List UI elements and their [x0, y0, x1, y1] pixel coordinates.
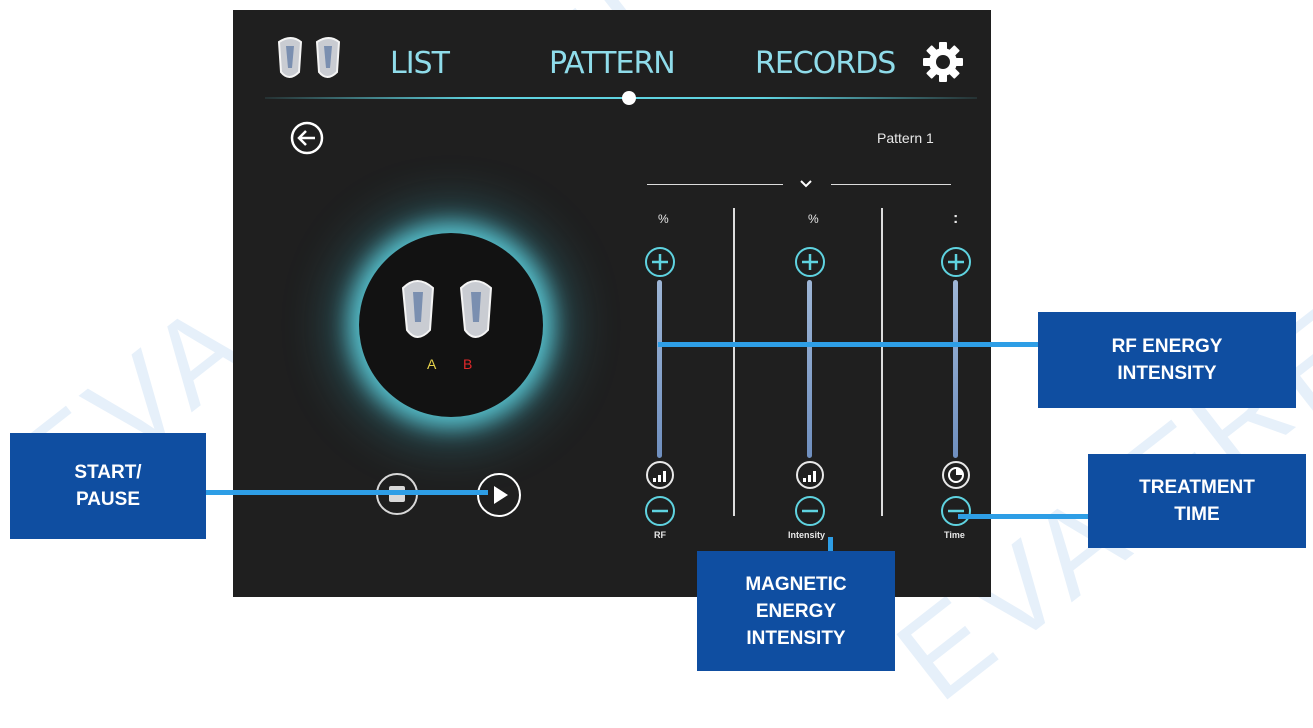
- column-divider: [881, 208, 883, 516]
- rf-control: % RF: [630, 10, 690, 597]
- time-slider-track[interactable]: [953, 280, 958, 458]
- handpiece-b-label: B: [463, 356, 473, 372]
- timer-icon: [942, 461, 970, 489]
- back-arrow-icon[interactable]: [289, 120, 325, 156]
- signal-level-icon: [646, 461, 674, 489]
- intensity-plus-button[interactable]: [793, 245, 827, 279]
- play-button[interactable]: [475, 471, 523, 519]
- time-control: : Time: [926, 10, 986, 597]
- intensity-minus-button[interactable]: [793, 494, 827, 528]
- signal-level-icon: [796, 461, 824, 489]
- intensity-unit: %: [808, 212, 819, 226]
- rf-minus-button[interactable]: [643, 494, 677, 528]
- rf-slider-track[interactable]: [657, 280, 662, 458]
- treatment-time-pointer: [958, 514, 1088, 519]
- rf-unit: %: [658, 212, 669, 226]
- intensity-control: % Intensity: [778, 10, 842, 597]
- rf-energy-pointer: [658, 342, 1038, 347]
- handpiece-pair-icon: [277, 37, 341, 78]
- treatment-time-callout: TREATMENT TIME: [1088, 454, 1306, 548]
- rf-plus-button[interactable]: [643, 245, 677, 279]
- tab-list[interactable]: LIST: [390, 46, 450, 81]
- time-unit: :: [953, 210, 959, 227]
- start-pause-pointer: [206, 490, 488, 495]
- intensity-label: Intensity: [788, 530, 826, 540]
- column-divider: [733, 208, 735, 516]
- time-label: Time: [944, 530, 965, 540]
- handpiece-a-label: A: [427, 356, 437, 372]
- time-minus-button[interactable]: [939, 494, 973, 528]
- magnetic-energy-pointer: [828, 537, 833, 551]
- device-screen: LIST PATTERN RECORDS Pattern 1 A B % RF …: [233, 10, 991, 597]
- tab-underline: [265, 97, 977, 99]
- handpiece-pair-icon: [401, 280, 493, 338]
- rf-energy-callout: RF ENERGY INTENSITY: [1038, 312, 1296, 408]
- rf-label: RF: [654, 530, 666, 540]
- intensity-slider-track[interactable]: [807, 280, 812, 458]
- magnetic-energy-callout: MAGNETIC ENERGY INTENSITY: [697, 551, 895, 671]
- time-plus-button[interactable]: [939, 245, 973, 279]
- start-pause-callout: START/PAUSE: [10, 433, 206, 539]
